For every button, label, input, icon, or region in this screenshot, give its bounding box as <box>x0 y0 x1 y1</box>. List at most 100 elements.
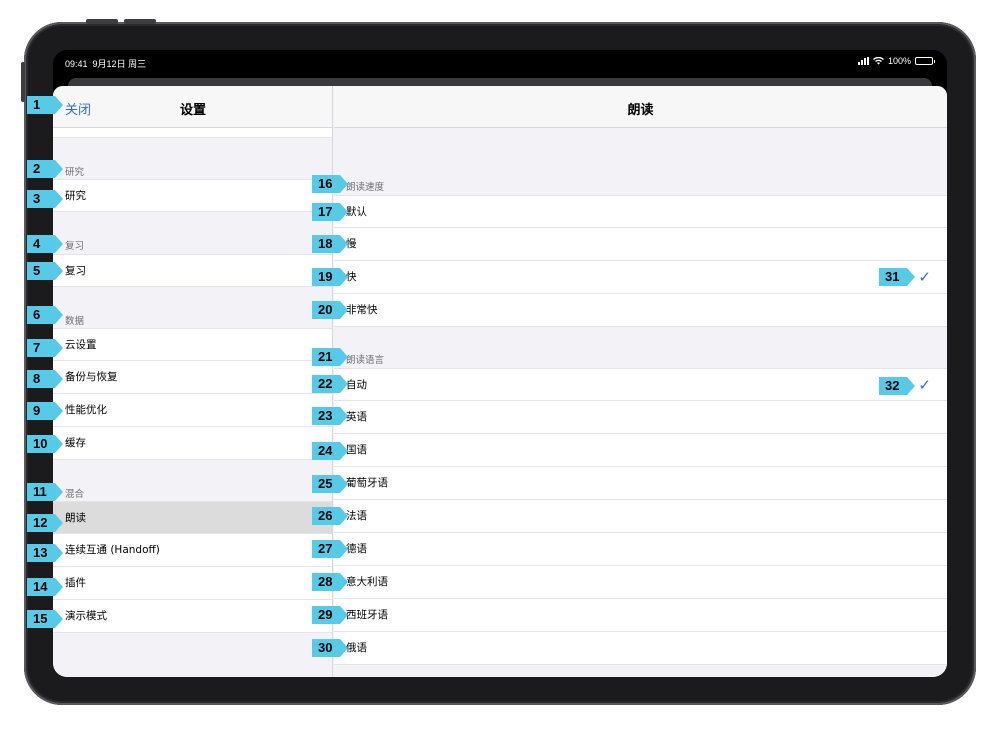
annotation-badge: 23 <box>312 407 348 425</box>
annotation-badge: 3 <box>27 190 63 208</box>
section-header-data: 数据 <box>65 316 85 327</box>
cellular-signal-icon <box>857 57 869 65</box>
settings-sheet: 关闭 设置 研究 研究 复习 复习 数据 云设置 备份与恢复 性能优化 缓存 混… <box>53 86 947 677</box>
speed-option-fast[interactable]: 快 ✓ <box>334 261 947 294</box>
annotation-badge: 16 <box>312 175 348 193</box>
annotation-badge: 22 <box>312 375 348 393</box>
annotation-badge: 5 <box>27 262 63 280</box>
speed-option-default[interactable]: 默认 <box>334 195 947 228</box>
option-label: 国语 <box>346 444 367 456</box>
annotation-badge: 8 <box>27 370 63 388</box>
battery-icon <box>915 57 935 65</box>
annotation-badge: 26 <box>312 507 348 525</box>
option-label: 英语 <box>346 411 367 423</box>
option-label: 西班牙语 <box>346 609 388 621</box>
sidebar-item-demo-mode[interactable]: 演示模式 <box>53 600 332 633</box>
sidebar-item-label: 云设置 <box>65 339 97 351</box>
annotation-badge: 7 <box>27 339 63 357</box>
option-label: 德语 <box>346 543 367 555</box>
settings-sidebar: 关闭 设置 研究 研究 复习 复习 数据 云设置 备份与恢复 性能优化 缓存 混… <box>53 86 333 677</box>
annotation-badge: 24 <box>312 442 348 460</box>
annotation-badge: 6 <box>27 306 63 324</box>
language-option-russian[interactable]: 俄语 <box>334 632 947 665</box>
option-label: 法语 <box>346 510 367 522</box>
option-label: 非常快 <box>346 304 378 316</box>
battery-percent: 100% <box>887 56 911 66</box>
volume-button <box>124 19 156 24</box>
wifi-icon <box>872 57 884 65</box>
sidebar-item-review[interactable]: 复习 <box>53 254 332 287</box>
annotation-badge: 17 <box>312 203 348 221</box>
status-indicators: 100% <box>857 56 935 66</box>
annotation-badge: 21 <box>312 348 348 366</box>
sidebar-item-label: 备份与恢复 <box>65 371 118 383</box>
sidebar-item-label: 插件 <box>65 577 86 589</box>
language-option-english[interactable]: 英语 <box>334 401 947 434</box>
sidebar-navbar: 关闭 设置 <box>53 86 332 128</box>
sidebar-top-strip <box>53 128 332 138</box>
volume-button <box>86 19 118 24</box>
sidebar-item-read-aloud[interactable]: 朗读 <box>53 501 332 534</box>
language-option-italian[interactable]: 意大利语 <box>334 566 947 599</box>
annotation-badge: 2 <box>27 160 63 178</box>
annotation-badge: 9 <box>27 402 63 420</box>
annotation-badge: 28 <box>312 573 348 591</box>
sidebar-title: 设置 <box>179 103 206 118</box>
language-option-french[interactable]: 法语 <box>334 500 947 533</box>
annotation-badge: 19 <box>312 268 348 286</box>
status-bar: 09:41 9月12日 周三 100% <box>53 50 947 74</box>
annotation-badge: 31 <box>879 268 915 286</box>
detail-title: 朗读 <box>627 103 654 118</box>
option-label: 意大利语 <box>346 576 388 588</box>
sidebar-item-label: 性能优化 <box>65 404 107 416</box>
speed-option-very-fast[interactable]: 非常快 <box>334 294 947 327</box>
sidebar-item-label: 复习 <box>65 265 86 277</box>
annotation-badge: 10 <box>27 435 63 453</box>
language-option-german[interactable]: 德语 <box>334 533 947 566</box>
checkmark-icon: ✓ <box>918 268 931 286</box>
annotation-badge: 13 <box>27 544 63 562</box>
option-label: 默认 <box>346 206 367 218</box>
option-label: 自动 <box>346 379 367 391</box>
annotation-badge: 15 <box>27 610 63 628</box>
sidebar-item-label: 演示模式 <box>65 610 107 622</box>
section-header-research: 研究 <box>65 167 85 178</box>
language-option-spanish[interactable]: 西班牙语 <box>334 599 947 632</box>
status-date: 9月12日 周三 <box>92 59 147 69</box>
checkmark-icon: ✓ <box>918 376 931 394</box>
sidebar-item-backup-restore[interactable]: 备份与恢复 <box>53 361 332 394</box>
annotation-badge: 14 <box>27 578 63 596</box>
sidebar-item-label: 缓存 <box>65 437 86 449</box>
section-header-speed: 朗读速度 <box>346 182 385 193</box>
sidebar-item-label: 研究 <box>65 190 86 202</box>
sidebar-item-handoff[interactable]: 连续互通 (Handoff) <box>53 534 332 567</box>
sidebar-item-label: 朗读 <box>65 512 86 524</box>
annotation-badge: 1 <box>27 96 63 114</box>
annotation-badge: 27 <box>312 540 348 558</box>
section-header-language: 朗读语言 <box>346 355 385 366</box>
language-option-mandarin[interactable]: 国语 <box>334 434 947 467</box>
annotation-badge: 25 <box>312 475 348 493</box>
sidebar-item-cache[interactable]: 缓存 <box>53 427 332 460</box>
sidebar-item-cloud-settings[interactable]: 云设置 <box>53 328 332 361</box>
sidebar-item-performance[interactable]: 性能优化 <box>53 394 332 427</box>
sidebar-item-plugins[interactable]: 插件 <box>53 567 332 600</box>
read-aloud-detail: 朗读 朗读速度 默认 慢 快 ✓ 非常快 朗读语言 自动 ✓ 英语 国语 葡萄牙语 … <box>334 86 947 677</box>
detail-navbar: 朗读 <box>334 86 947 128</box>
sidebar-item-research[interactable]: 研究 <box>53 179 332 212</box>
language-option-auto[interactable]: 自动 ✓ <box>334 368 947 401</box>
annotation-badge: 11 <box>27 483 63 501</box>
annotation-badge: 4 <box>27 235 63 253</box>
annotation-badge: 12 <box>27 514 63 532</box>
annotation-badge: 32 <box>879 377 915 395</box>
annotation-badge: 18 <box>312 235 348 253</box>
section-header-review: 复习 <box>65 241 85 252</box>
status-time: 09:41 <box>65 59 88 69</box>
screen: 09:41 9月12日 周三 100% 关闭 设置 研究 研究 复习 复习 数据… <box>53 50 947 677</box>
speed-option-slow[interactable]: 慢 <box>334 228 947 261</box>
language-option-portuguese[interactable]: 葡萄牙语 <box>334 467 947 500</box>
option-label: 葡萄牙语 <box>346 477 388 489</box>
annotation-badge: 20 <box>312 301 348 319</box>
sidebar-item-label: 连续互通 (Handoff) <box>65 544 160 556</box>
annotation-badge: 29 <box>312 606 348 624</box>
